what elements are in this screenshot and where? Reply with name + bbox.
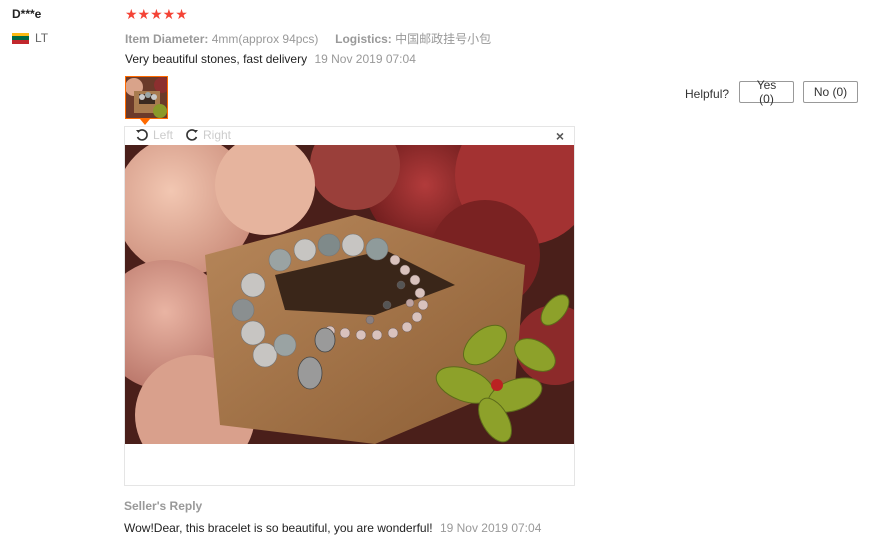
seller-reply-content: Wow!Dear, this bracelet is so beautiful,… [124, 521, 541, 535]
close-icon[interactable]: × [556, 128, 564, 144]
star-rating: ★★★★★ [125, 6, 188, 22]
rotate-right-icon [186, 129, 198, 141]
seller-reply-text: Wow!Dear, this bracelet is so beautiful,… [124, 521, 433, 535]
viewer-toolbar: Left Right × [125, 127, 574, 145]
country-code: LT [35, 31, 49, 45]
reviewer-country: LT [12, 31, 48, 45]
rotate-left-button[interactable]: Left [135, 128, 173, 142]
item-properties: Item Diameter: 4mm(approx 94pcs) Logisti… [125, 30, 491, 47]
property-label: Item Diameter: [125, 32, 209, 46]
rotate-left-label: Left [153, 128, 174, 142]
reviewer-name: D***e [12, 7, 42, 21]
lithuania-flag-icon [12, 32, 29, 44]
helpful-yes-button[interactable]: Yes (0) [739, 78, 794, 106]
thumbnail-pointer [140, 119, 150, 125]
property-value: 4mm(approx 94pcs) [211, 32, 319, 46]
photo-viewer: Left Right × [124, 126, 575, 486]
property-label: Logistics: [335, 32, 392, 46]
rotate-right-label: Right [203, 128, 232, 142]
seller-reply-date: 19 Nov 2019 07:04 [439, 521, 542, 535]
rotate-right-button[interactable]: Right [185, 128, 231, 142]
seller-reply-title: Seller's Reply [124, 499, 203, 513]
review-photo-thumbnail[interactable] [125, 76, 168, 119]
helpful-label: Helpful? [685, 87, 730, 101]
helpful-no-button[interactable]: No (0) [803, 81, 858, 103]
rotate-left-icon [136, 129, 148, 141]
review-photo [125, 145, 574, 444]
review-text: Very beautiful stones, fast delivery [125, 52, 308, 66]
review-content: Very beautiful stones, fast delivery 19 … [125, 52, 416, 66]
property-value: 中国邮政挂号小包 [395, 32, 492, 46]
review-date: 19 Nov 2019 07:04 [314, 52, 416, 66]
